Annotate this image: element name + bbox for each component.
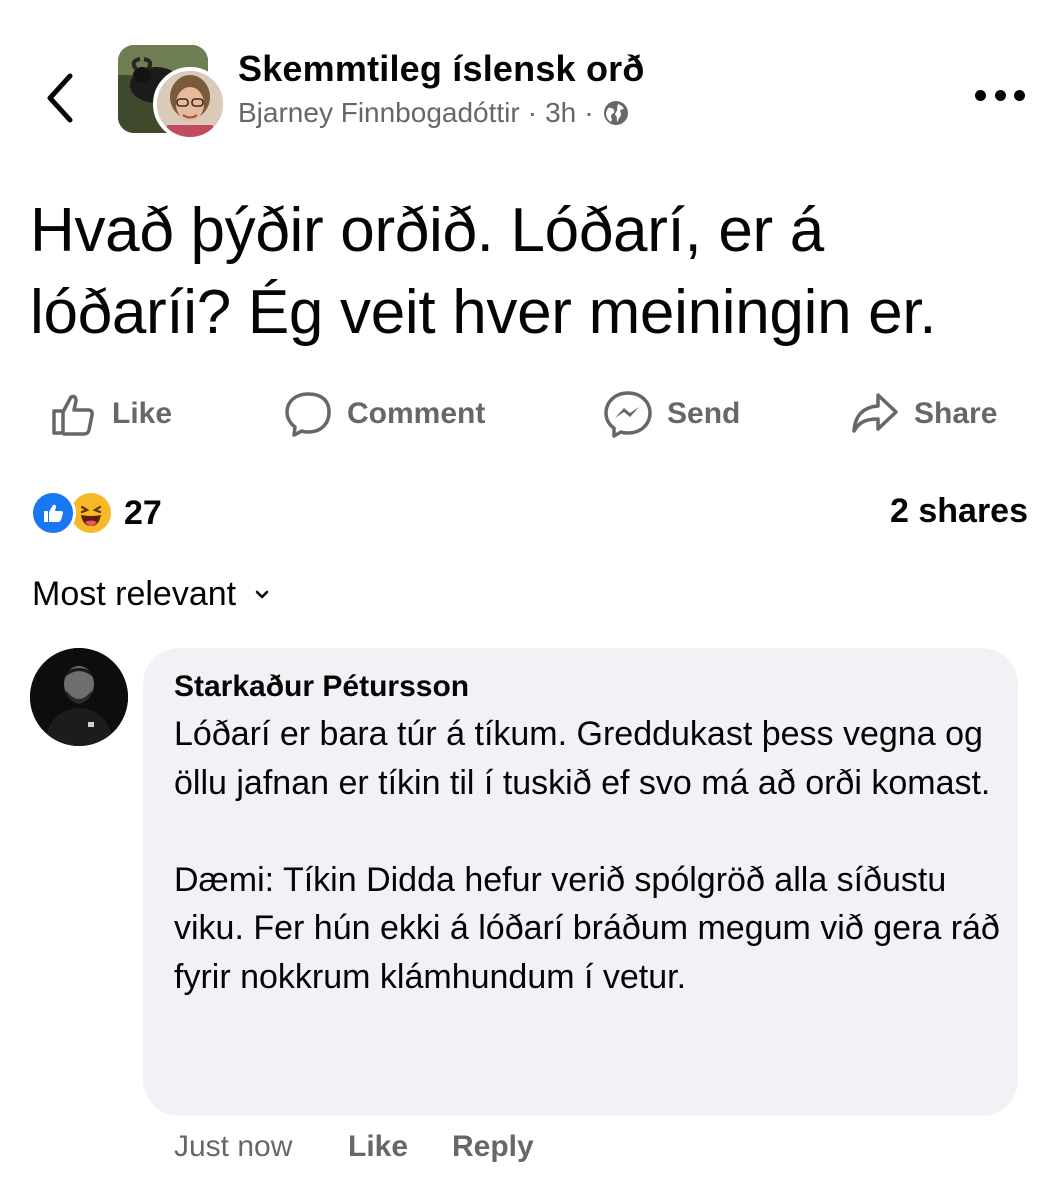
separator: · [527,97,538,128]
globe-icon [603,101,628,125]
share-label: Share [914,397,998,430]
comment-button[interactable]: Comment [283,390,485,438]
comment-paragraph: Dæmi: Tíkin Didda hefur verið spólgröð a… [174,860,1000,996]
reaction-summary[interactable]: 27 [30,490,162,536]
share-button[interactable]: Share [850,390,997,438]
post-body: Hvað þýðir orðið. Lóðarí, er á lóðaríi? … [30,190,1040,354]
more-dot [975,89,986,101]
like-button[interactable]: Like [50,390,172,438]
post-meta: Bjarney Finnbogadóttir · 3h · [238,97,630,129]
like-label: Like [112,397,173,430]
send-label: Send [667,397,741,430]
group-name[interactable]: Skemmtileg íslensk orð [238,48,645,90]
more-dot [994,89,1006,101]
post-time[interactable]: 3h [545,97,576,129]
back-button[interactable] [40,70,80,126]
comment-time[interactable]: Just now [174,1130,292,1164]
comment-sort-dropdown[interactable]: Most relevant [32,575,270,614]
share-icon [852,393,898,433]
author-avatar[interactable] [153,67,227,141]
send-button[interactable]: Send [603,390,740,438]
commenter-avatar[interactable] [30,648,128,746]
comment-icon [285,392,331,437]
more-options-button[interactable] [975,85,1025,105]
sort-label: Most relevant [32,575,237,613]
commenter-name[interactable]: Starkaður Pétursson [174,670,469,704]
messenger-icon [604,391,652,438]
more-dot [1014,89,1025,101]
share-count[interactable]: 2 shares [890,492,1028,531]
comment-reply-button[interactable]: Reply [452,1130,534,1164]
like-reaction-icon [30,490,76,536]
comment-text: Lóðarí er bara túr á tíkum. Greddukast þ… [174,710,1004,1001]
comment-label: Comment [347,397,486,430]
chevron-down-icon [255,590,269,598]
post-line: Hvað þýðir orðið. Lóðarí, er á [30,196,824,265]
thumbs-up-icon [52,394,94,436]
comment-paragraph: Lóðarí er bara túr á tíkum. Greddukast þ… [174,715,991,802]
author-name[interactable]: Bjarney Finnbogadóttir [238,97,520,129]
chevron-left-icon [47,73,73,123]
reaction-count: 27 [124,493,162,532]
comment-like-button[interactable]: Like [348,1130,408,1164]
post-line: lóðaríi? Ég veit hver meiningin er. [30,278,937,347]
separator: · [584,97,594,128]
